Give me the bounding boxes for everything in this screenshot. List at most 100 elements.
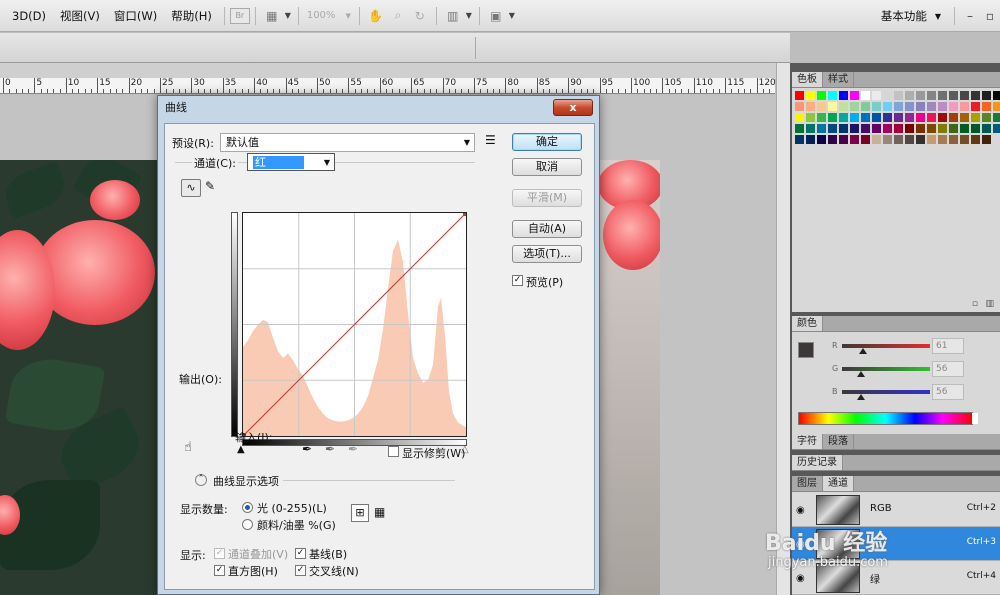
color-swatch[interactable] bbox=[871, 123, 882, 134]
color-swatch[interactable] bbox=[838, 90, 849, 101]
arrange-documents-icon[interactable]: ▥ bbox=[442, 6, 464, 26]
baseline-checkbox[interactable]: ✓ bbox=[295, 548, 306, 559]
color-swatch[interactable] bbox=[849, 112, 860, 123]
color-swatch[interactable] bbox=[948, 123, 959, 134]
color-swatch[interactable] bbox=[816, 112, 827, 123]
color-swatch[interactable] bbox=[849, 123, 860, 134]
new-swatch-icon[interactable]: ▫ bbox=[972, 299, 978, 309]
collapse-icon[interactable]: ˄ bbox=[195, 474, 207, 486]
trash-icon[interactable]: ▥ bbox=[985, 299, 994, 309]
chevron-down-icon[interactable]: ▼ bbox=[464, 6, 474, 26]
smooth-button[interactable]: 平滑(M) bbox=[512, 189, 582, 207]
white-eyedropper-icon[interactable]: ✒ bbox=[348, 442, 358, 456]
pigment-radio[interactable] bbox=[242, 519, 253, 530]
color-swatch[interactable] bbox=[816, 90, 827, 101]
color-swatch[interactable] bbox=[893, 90, 904, 101]
curves-graph[interactable] bbox=[242, 212, 467, 437]
eye-icon[interactable]: ◉ bbox=[796, 505, 805, 516]
color-swatch[interactable] bbox=[937, 123, 948, 134]
detailed-grid-icon[interactable]: ▦ bbox=[374, 505, 385, 519]
black-point-slider-icon[interactable]: ▲ bbox=[237, 444, 245, 455]
color-swatch[interactable] bbox=[981, 123, 992, 134]
options-button[interactable]: 选项(T)... bbox=[512, 245, 582, 263]
color-swatch[interactable] bbox=[904, 112, 915, 123]
color-swatch[interactable] bbox=[794, 101, 805, 112]
color-swatch[interactable] bbox=[849, 90, 860, 101]
color-spectrum-bar[interactable] bbox=[798, 412, 978, 425]
preset-options-icon[interactable]: ☰ bbox=[485, 133, 496, 147]
color-swatch[interactable] bbox=[882, 101, 893, 112]
black-eyedropper-icon[interactable]: ✒ bbox=[302, 442, 312, 456]
histogram-checkbox[interactable]: ✓ bbox=[214, 565, 225, 576]
gray-eyedropper-icon[interactable]: ✒ bbox=[325, 442, 335, 456]
color-swatch[interactable] bbox=[970, 134, 981, 145]
color-swatch[interactable] bbox=[992, 112, 1000, 123]
rotate-view-icon[interactable]: ↻ bbox=[409, 6, 431, 26]
color-swatch[interactable] bbox=[904, 90, 915, 101]
color-swatch[interactable] bbox=[827, 134, 838, 145]
color-swatch[interactable] bbox=[838, 112, 849, 123]
tab-layers[interactable]: 图层 bbox=[792, 476, 823, 491]
restore-icon[interactable]: ▫ bbox=[980, 9, 1000, 23]
color-swatch[interactable] bbox=[805, 112, 816, 123]
color-swatch[interactable] bbox=[860, 90, 871, 101]
color-swatch[interactable] bbox=[805, 101, 816, 112]
color-swatch[interactable] bbox=[926, 101, 937, 112]
color-swatch[interactable] bbox=[926, 134, 937, 145]
view-extras-icon[interactable]: ▦ bbox=[261, 6, 283, 26]
color-swatch[interactable] bbox=[871, 101, 882, 112]
color-swatch[interactable] bbox=[959, 112, 970, 123]
chevron-down-icon[interactable]: ▼ bbox=[507, 6, 517, 26]
color-swatch[interactable] bbox=[893, 134, 904, 145]
color-swatch[interactable] bbox=[937, 134, 948, 145]
color-swatch[interactable] bbox=[915, 123, 926, 134]
tab-history[interactable]: 历史记录 bbox=[792, 455, 843, 470]
light-radio[interactable] bbox=[242, 502, 253, 513]
foreground-color-swatch[interactable] bbox=[798, 342, 814, 358]
color-swatch[interactable] bbox=[970, 112, 981, 123]
color-swatch[interactable] bbox=[860, 101, 871, 112]
color-value-field[interactable]: 56 bbox=[932, 384, 964, 400]
menu-view[interactable]: 视图(V) bbox=[53, 0, 107, 32]
color-slider-thumb[interactable] bbox=[857, 371, 866, 377]
color-swatch[interactable] bbox=[827, 101, 838, 112]
bridge-button[interactable]: Br bbox=[229, 7, 250, 24]
color-swatch[interactable] bbox=[893, 123, 904, 134]
color-swatch[interactable] bbox=[948, 134, 959, 145]
show-clipping-checkbox[interactable] bbox=[388, 446, 399, 457]
cancel-button[interactable]: 取消 bbox=[512, 158, 582, 176]
color-swatch[interactable] bbox=[827, 123, 838, 134]
color-swatch[interactable] bbox=[981, 101, 992, 112]
channel-overlay-checkbox[interactable]: ✓ bbox=[214, 548, 225, 559]
color-slider-thumb[interactable] bbox=[857, 394, 866, 400]
color-swatch[interactable] bbox=[948, 112, 959, 123]
color-swatch[interactable] bbox=[948, 101, 959, 112]
color-swatch[interactable] bbox=[970, 123, 981, 134]
screen-mode-icon[interactable]: ▣ bbox=[485, 6, 507, 26]
zoom-level-select[interactable]: 100% ▼ bbox=[304, 7, 354, 25]
canvas-vertical-scrollbar[interactable] bbox=[776, 63, 790, 595]
color-swatch[interactable] bbox=[794, 90, 805, 101]
color-swatch[interactable] bbox=[959, 123, 970, 134]
color-swatch[interactable] bbox=[805, 134, 816, 145]
color-swatch[interactable] bbox=[882, 134, 893, 145]
color-swatch[interactable] bbox=[849, 134, 860, 145]
color-swatch[interactable] bbox=[981, 134, 992, 145]
color-swatch[interactable] bbox=[838, 101, 849, 112]
color-swatch[interactable] bbox=[992, 90, 1000, 101]
color-value-field[interactable]: 61 bbox=[932, 338, 964, 354]
workspace-select[interactable]: 基本功能 bbox=[871, 8, 935, 24]
color-swatch[interactable] bbox=[794, 112, 805, 123]
color-swatch[interactable] bbox=[816, 101, 827, 112]
color-value-field[interactable]: 56 bbox=[932, 361, 964, 377]
menu-window[interactable]: 窗口(W) bbox=[107, 0, 164, 32]
color-swatch[interactable] bbox=[838, 134, 849, 145]
color-swatch[interactable] bbox=[860, 134, 871, 145]
color-swatch[interactable] bbox=[827, 112, 838, 123]
minimize-icon[interactable]: – bbox=[960, 9, 980, 23]
tab-paragraph[interactable]: 段落 bbox=[823, 434, 854, 449]
eye-icon[interactable]: ◉ bbox=[796, 573, 805, 584]
color-swatch[interactable] bbox=[926, 90, 937, 101]
menu-3d[interactable]: 3D(D) bbox=[0, 0, 53, 32]
ok-button[interactable]: 确定 bbox=[512, 133, 582, 151]
